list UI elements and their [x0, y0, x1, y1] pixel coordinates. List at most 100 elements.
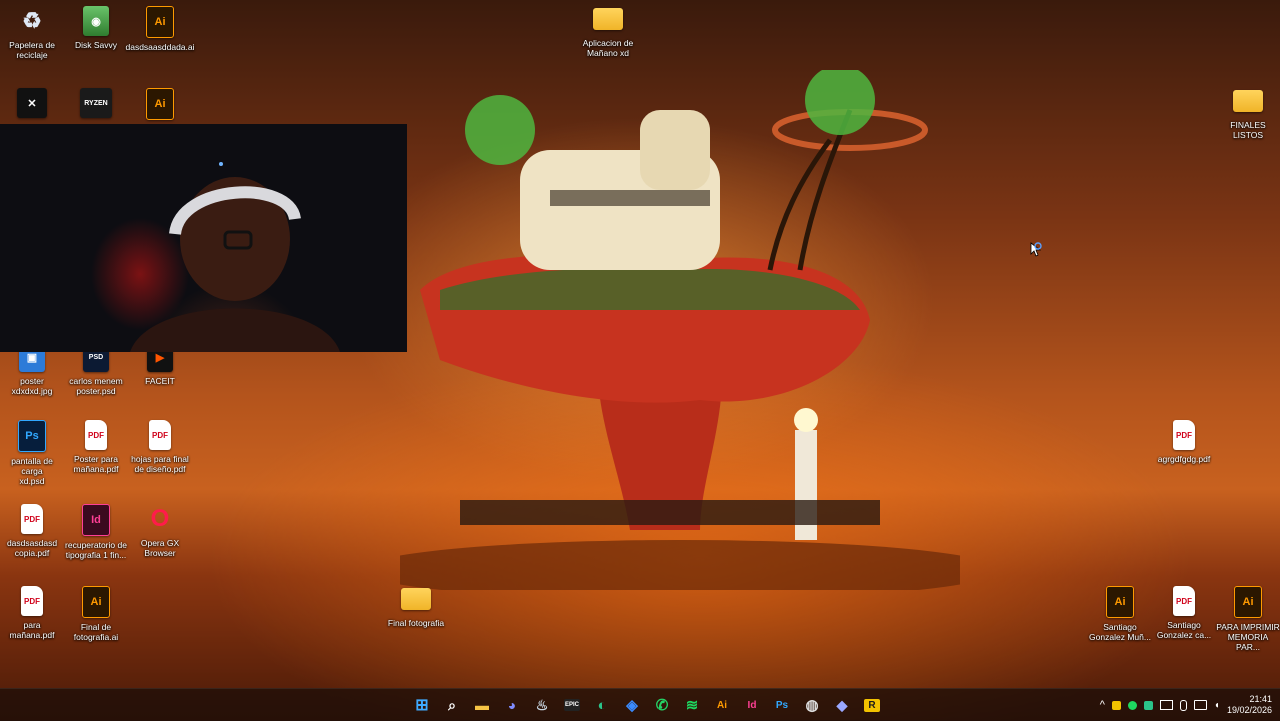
desktop-icon-label: Santiago Gonzalez ca...: [1156, 620, 1212, 640]
spotify-icon: ≋: [685, 697, 699, 714]
ryzen-master-icon[interactable]: RYZEN: [64, 88, 128, 118]
whatsapp-button[interactable]: ✆: [650, 693, 674, 717]
volume-icon[interactable]: ◖: [1214, 700, 1220, 711]
ai-file-icon-5[interactable]: Ai PARA IMPRIMIR MEMORIA PAR...: [1216, 586, 1280, 652]
pdf-icon: PDF: [85, 420, 107, 450]
ai-file-icon[interactable]: Ai dasdsaasddada.ai: [125, 6, 195, 52]
browser-button[interactable]: ◈: [620, 693, 644, 717]
recycle-icon: ♻: [22, 8, 42, 33]
folder-icon: ▬: [475, 697, 489, 713]
disk-icon: ◉: [83, 6, 109, 36]
desktop-icon-label: hojas para final de diseño.pdf: [131, 454, 189, 474]
folder-finales-icon[interactable]: FINALES LISTOS: [1216, 90, 1280, 140]
microphone-icon[interactable]: [1179, 699, 1187, 711]
desktop-icon-label: Santiago Gonzalez Muñ...: [1089, 622, 1151, 642]
desktop-icon-label: Final de fotografia.ai: [73, 622, 119, 642]
pdf-file-icon-5[interactable]: PDF para mañana.pdf: [0, 586, 64, 640]
pdf-icon: PDF: [1173, 420, 1195, 450]
illustrator-icon: Ai: [146, 6, 174, 38]
folder-final-fotografia-icon[interactable]: Final fotografia: [384, 588, 448, 628]
photoshop-icon: Ps: [18, 420, 46, 452]
clock[interactable]: 21:41 19/02/2026: [1227, 694, 1272, 716]
pdf-icon: PDF: [21, 586, 43, 616]
search-button[interactable]: ⌕: [440, 693, 464, 717]
discord-button[interactable]: ◕: [500, 693, 524, 717]
tray-shield-icon[interactable]: [1143, 700, 1153, 710]
obs-button[interactable]: ◍: [800, 693, 824, 717]
tray-app-icon[interactable]: [1111, 700, 1121, 710]
pdf-file-icon[interactable]: PDF Poster para mañana.pdf: [64, 420, 128, 474]
ai-file-icon-3[interactable]: Ai Final de fotografia.ai: [64, 586, 128, 642]
desktop-icon-label: FINALES LISTOS: [1230, 120, 1266, 140]
desktop-icon-label: FACEIT: [145, 376, 175, 386]
steam-icon: ♨: [535, 696, 549, 713]
discord-icon: ◕: [507, 697, 517, 713]
desktop-icon-label: recuperatorio de tipografia 1 fin...: [65, 540, 127, 560]
folder-icon: [401, 588, 431, 610]
desktop-icon-label: PARA IMPRIMIR MEMORIA PAR...: [1216, 622, 1280, 652]
browser-icon: ◈: [626, 697, 638, 714]
indesign-button[interactable]: Id: [740, 693, 764, 717]
r-app-icon: R: [864, 698, 880, 712]
opera-gx-icon[interactable]: O Opera GX Browser: [128, 504, 192, 558]
tray-monitor-icon[interactable]: [1159, 700, 1173, 710]
tray-overflow-chevron-icon[interactable]: ^: [1100, 699, 1105, 711]
photoshop-button[interactable]: Ps: [770, 693, 794, 717]
desktop-icon-label: Poster para mañana.pdf: [73, 454, 119, 474]
spotify-button[interactable]: ≋: [680, 693, 704, 717]
pdf-file-icon-4[interactable]: PDF dasdsasdasd copia.pdf: [0, 504, 64, 558]
diamond-app-button[interactable]: ◆: [830, 693, 854, 717]
desktop-icon-label: pantalla de carga xd.psd: [11, 456, 53, 486]
pdf-file-icon-2[interactable]: PDF hojas para final de diseño.pdf: [128, 420, 192, 474]
mouse-pointer-icon: [1030, 242, 1042, 257]
tray-green-app-icon[interactable]: [1127, 700, 1137, 710]
network-icon[interactable]: [1193, 700, 1207, 710]
desktop-icon-label: Final fotografia: [387, 618, 445, 628]
illustrator-icon: Ai: [1106, 586, 1134, 618]
illustrator-icon: Ai: [82, 586, 110, 618]
pdf-file-icon-6[interactable]: PDF Santiago Gonzalez ca...: [1152, 586, 1216, 640]
desktop-icon-label: Papelera de reciclaje: [9, 40, 55, 60]
desktop-icon-label: dasdsaasddada.ai: [125, 42, 195, 52]
wallpaper-island: [400, 70, 960, 590]
illustrator-button[interactable]: Ai: [710, 693, 734, 717]
illustrator-icon: Ai: [146, 88, 174, 120]
steam-button[interactable]: ♨: [530, 693, 554, 717]
folder-aplicacion-icon[interactable]: Aplicacion de Mañano xd: [576, 8, 640, 58]
r-app-button[interactable]: R: [860, 693, 884, 717]
clock-time: 21:41: [1249, 694, 1272, 704]
windows-icon: ⊞: [415, 697, 429, 714]
taskbar: ⊞ ⌕ ▬ ◕ ♨ EPIC ◐ ◈ ✆ ≋ Ai Id Ps ◍ ◆ R ^ …: [0, 688, 1280, 721]
desktop-icon-label: poster xdxdxd.jpg: [11, 376, 53, 396]
pdf-icon: PDF: [149, 420, 171, 450]
ryzen-icon: RYZEN: [80, 88, 112, 118]
ai-file-icon-2[interactable]: Ai: [128, 88, 192, 120]
file-explorer-button[interactable]: ▬: [470, 693, 494, 717]
obs-icon: ◍: [805, 697, 819, 714]
opera-logo-icon: O: [150, 505, 170, 532]
start-button[interactable]: ⊞: [410, 693, 434, 717]
desktop-icon-label: Disk Savvy: [74, 40, 118, 50]
webcam-person-image: [130, 162, 340, 352]
desktop-icon-label: agrgdfgdg.pdf: [1157, 454, 1211, 464]
indesign-file-icon[interactable]: Id recuperatorio de tipografia 1 fin...: [64, 504, 128, 560]
folder-icon: [1233, 90, 1263, 112]
whatsapp-icon: ✆: [655, 697, 669, 714]
edge-button[interactable]: ◐: [590, 693, 614, 717]
pdf-icon: PDF: [1173, 586, 1195, 616]
edge-icon: ◐: [597, 696, 607, 714]
desktop-icon-label: para mañana.pdf: [9, 620, 55, 640]
disk-savvy-icon[interactable]: ◉ Disk Savvy: [64, 6, 128, 50]
shortcut-app-icon[interactable]: ✕: [0, 88, 64, 118]
recycle-bin-icon[interactable]: ♻ Papelera de reciclaje: [0, 6, 64, 60]
folder-icon: [593, 8, 623, 30]
webcam-overlay: [0, 124, 407, 352]
pdf-file-icon-3[interactable]: PDF agrgdfgdg.pdf: [1152, 420, 1216, 464]
epic-games-button[interactable]: EPIC: [560, 693, 584, 717]
ps-file-icon[interactable]: Ps pantalla de carga xd.psd: [0, 420, 64, 486]
desktop-icon-label: dasdsasdasd copia.pdf: [6, 538, 58, 558]
ai-file-icon-4[interactable]: Ai Santiago Gonzalez Muñ...: [1088, 586, 1152, 642]
epic-games-icon: EPIC: [563, 699, 580, 711]
clock-date: 19/02/2026: [1226, 705, 1272, 715]
illustrator-icon: Ai: [1234, 586, 1262, 618]
